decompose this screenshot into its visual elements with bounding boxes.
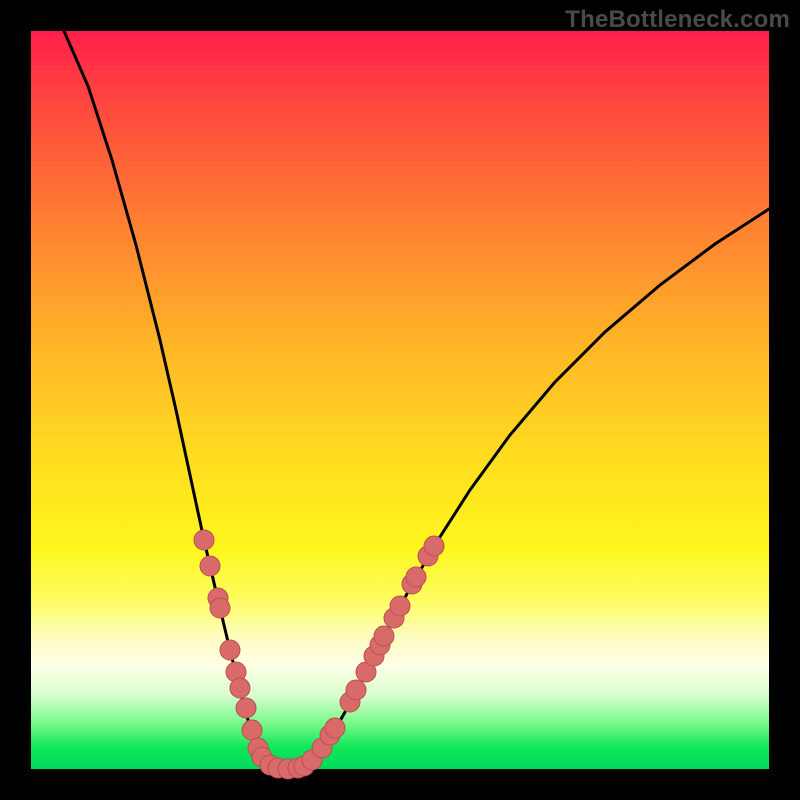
chart-plot-area: [31, 31, 769, 769]
chart-canvas: TheBottleneck.com: [0, 0, 800, 800]
watermark-text: TheBottleneck.com: [565, 6, 790, 34]
